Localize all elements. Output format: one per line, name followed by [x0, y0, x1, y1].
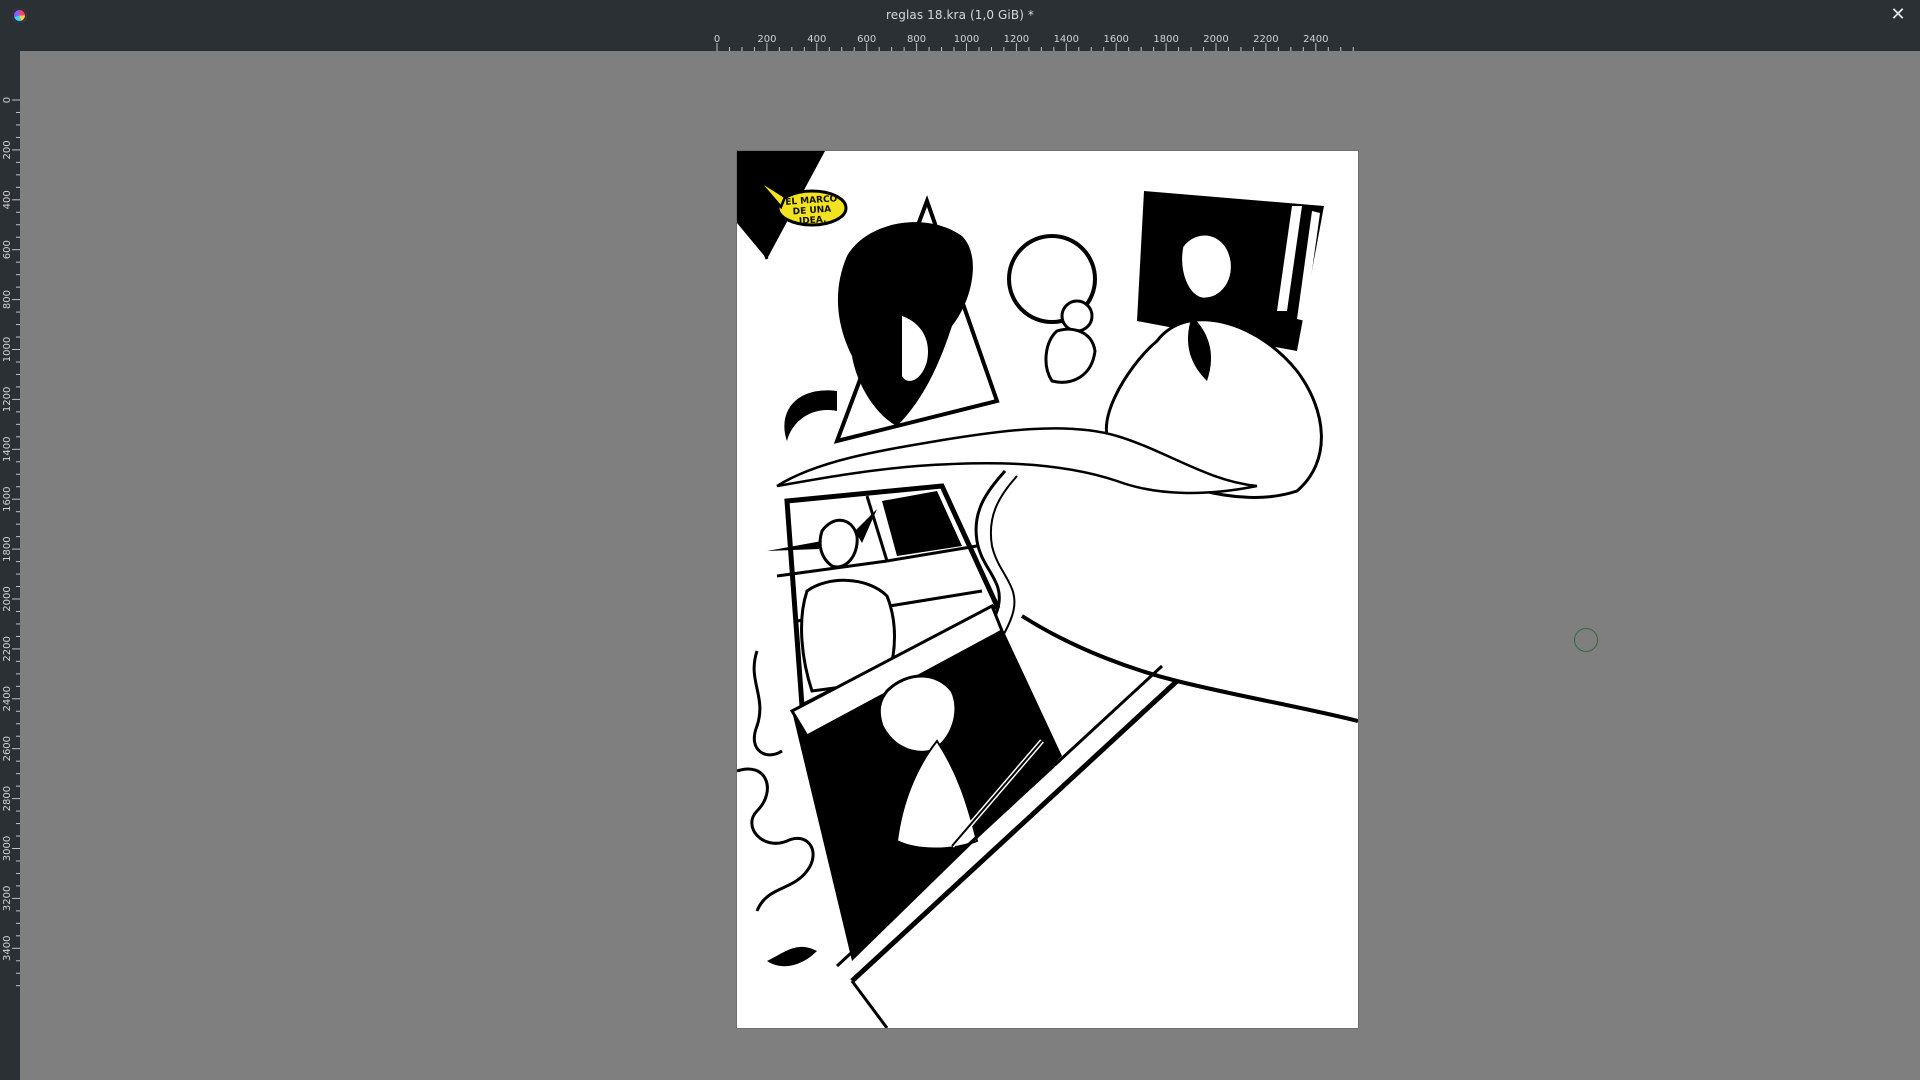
- ruler-label: 3200: [2, 886, 13, 911]
- ruler-label: 3400: [2, 936, 13, 961]
- canvas-viewport[interactable]: EL MARCO DE UNA IDEA.: [20, 51, 1920, 1080]
- vertical-ruler[interactable]: 0 200 400 600 800 1000 1200 1400 1600 1800 2000 220…: [0, 51, 20, 1080]
- horizontal-ruler[interactable]: 0 200 400 600 800 1000 1200 1400 1600 1800 2000 220…: [20, 31, 1920, 51]
- ruler-label: 1000: [2, 337, 13, 362]
- ruler-label: 200: [2, 140, 13, 159]
- brush-cursor-icon: [1574, 628, 1598, 652]
- ruler-label: 800: [2, 290, 13, 309]
- ruler-label: 2600: [2, 736, 13, 761]
- ruler-label: 1600: [2, 486, 13, 511]
- ruler-label: 1400: [2, 437, 13, 462]
- vertical-ruler-scale: 0 200 400 600 800 1000 1200 1400 1600 1800 2000 220…: [2, 97, 20, 987]
- ruler-corner: [0, 31, 20, 51]
- comic-artwork: [737, 151, 1358, 1028]
- ruler-label: 3000: [2, 836, 13, 861]
- ruler-label: 2800: [2, 786, 13, 811]
- ruler-label: 1200: [2, 387, 13, 412]
- window-title: reglas 18.kra (1,0 GiB) *: [886, 8, 1034, 22]
- ruler-label: 2200: [2, 636, 13, 661]
- ruler-label: 0: [2, 97, 13, 103]
- document-page[interactable]: EL MARCO DE UNA IDEA.: [737, 151, 1358, 1028]
- ruler-label: 400: [2, 190, 13, 209]
- figure-right-head: [1179, 232, 1234, 301]
- title-bar: reglas 18.kra (1,0 GiB) * ✕: [0, 0, 1920, 31]
- ruler-label: 600: [2, 240, 13, 259]
- ruler-label: 1800: [2, 536, 13, 561]
- speech-bubble-text: EL MARCO DE UNA IDEA.: [780, 194, 844, 228]
- close-button[interactable]: ✕: [1890, 6, 1906, 24]
- horizontal-ruler-scale: 0 200 400 600 800 1000 1200 1400 1600 1800 2000 220…: [714, 34, 1354, 51]
- ruler-label: 2400: [2, 686, 13, 711]
- figure-elf: [818, 518, 859, 569]
- ruler-label: 2000: [2, 586, 13, 611]
